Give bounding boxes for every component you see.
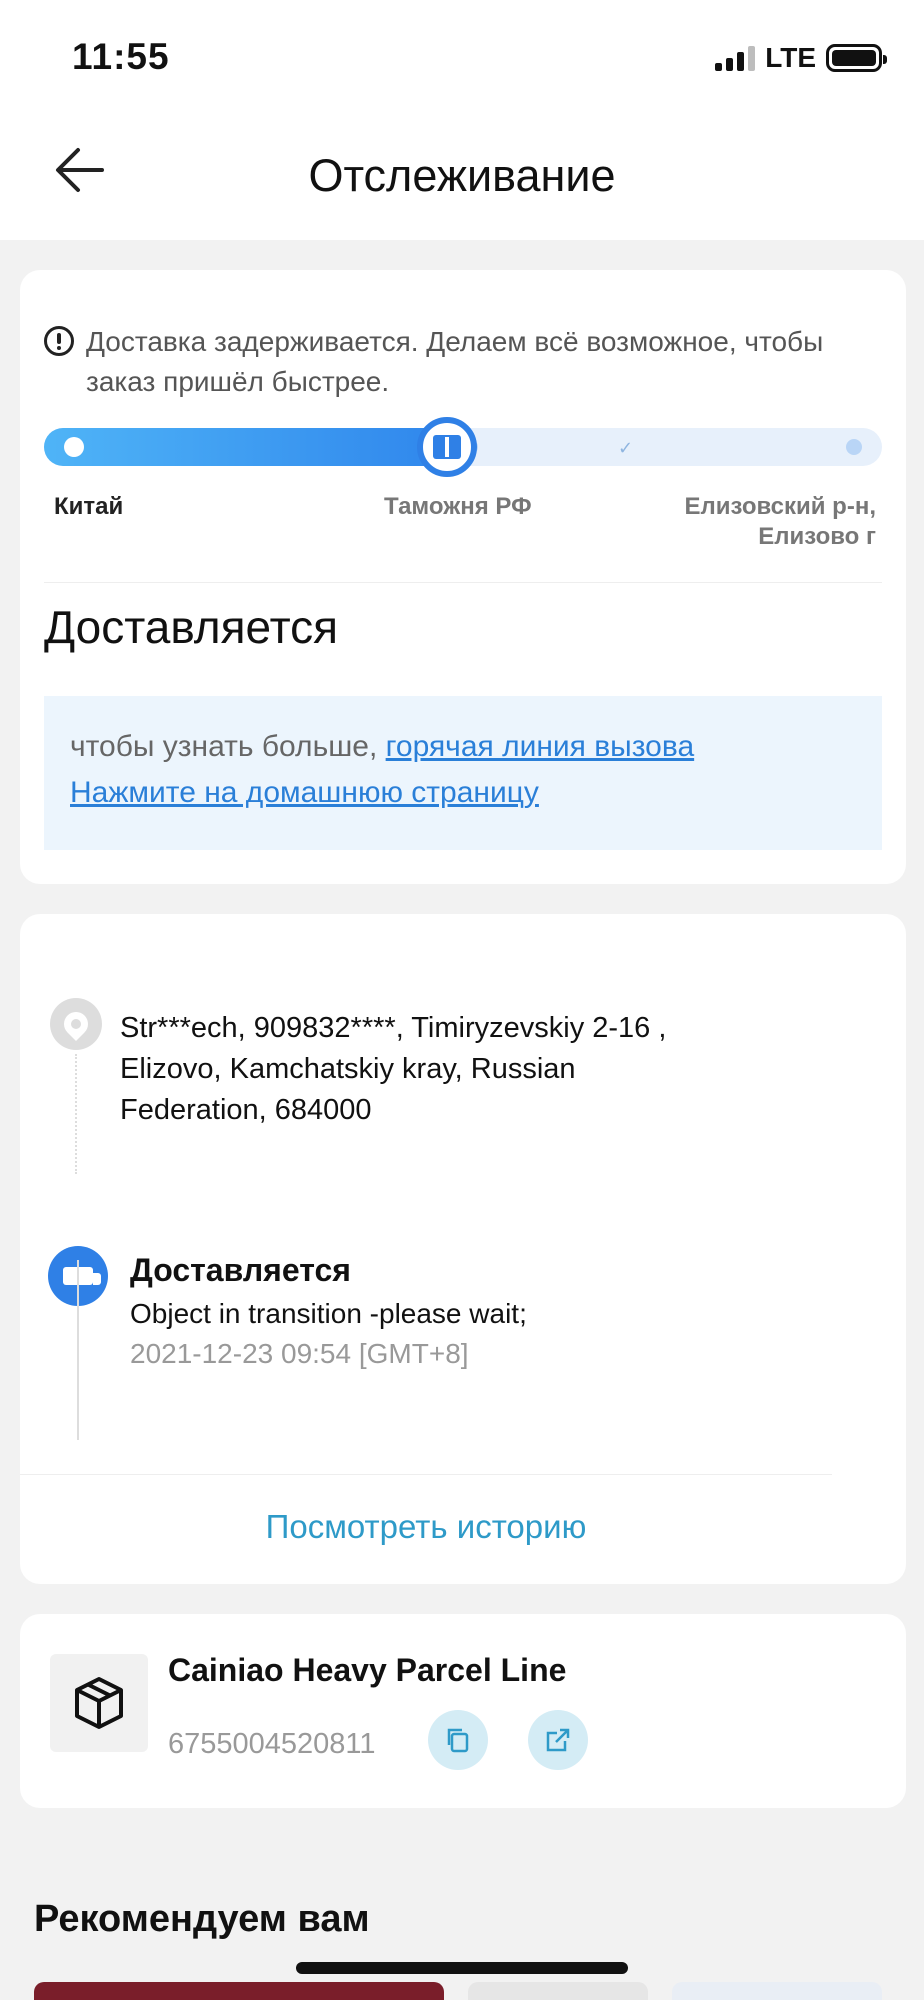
divider [20, 1474, 832, 1475]
progress-fill [44, 428, 455, 466]
progress-track: ✓ [44, 417, 882, 477]
status-time: 11:55 [72, 36, 170, 77]
delivery-progress-card: Доставка задерживается. Делаем всё возмо… [20, 270, 906, 884]
home-indicator[interactable] [296, 1962, 628, 1974]
alert-icon [44, 326, 74, 356]
status-indicators: LTE [715, 42, 887, 74]
package-icon [50, 1654, 148, 1752]
carrier-name: Cainiao Heavy Parcel Line [168, 1652, 567, 1688]
recommendation-thumb[interactable] [34, 1982, 444, 2000]
progress-end-dot [846, 439, 862, 455]
page-title: Отслеживание [308, 150, 616, 201]
progress-start-dot [64, 437, 84, 457]
current-position-icon [417, 417, 477, 477]
event-title: Доставляется [130, 1252, 351, 1288]
divider [44, 582, 882, 583]
info-box: чтобы узнать больше, горячая линия вызов… [44, 696, 882, 850]
view-history-button[interactable]: Посмотреть историю [20, 1508, 832, 1546]
timeline-line [77, 1260, 79, 1440]
event-description: Object in transition -please wait; [130, 1298, 527, 1329]
network-type: LTE [765, 42, 816, 73]
copy-icon[interactable] [428, 1710, 488, 1770]
timeline-line [75, 1054, 77, 1174]
delay-notice-text: Доставка задерживается. Делаем всё возмо… [86, 326, 824, 397]
timeline-card: Str***ech, 909832****, Timiryzevskiy 2-1… [20, 914, 906, 1584]
progress-check-icon: ✓ [618, 438, 634, 458]
carrier-card: Cainiao Heavy Parcel Line 6755004520811 [20, 1614, 906, 1808]
open-link-icon[interactable] [528, 1710, 588, 1770]
stage-customs: Таможня РФ [384, 493, 532, 520]
recommendation-thumb[interactable] [468, 1982, 648, 2000]
location-pin-icon [50, 998, 102, 1050]
delivery-address: Str***ech, 909832****, Timiryzevskiy 2-1… [120, 1012, 667, 1126]
recommendation-thumb[interactable] [672, 1982, 882, 2000]
recommendation-strip[interactable] [34, 1982, 890, 2000]
recommendations-title: Рекомендуем вам [34, 1898, 370, 1940]
event-timestamp: 2021-12-23 09:54 [GMT+8] [130, 1338, 469, 1369]
stage-destination: Елизовский р-н, Елизово г [684, 493, 876, 550]
homepage-link[interactable]: Нажмите на домашнюю страницу [70, 776, 539, 809]
delivery-status: Доставляется [44, 601, 339, 653]
battery-icon [826, 44, 887, 72]
stage-origin: Китай [54, 493, 124, 520]
info-text: чтобы узнать больше, [70, 730, 378, 763]
delay-notice: Доставка задерживается. Делаем всё возмо… [44, 322, 844, 402]
tracking-number: 6755004520811 [168, 1728, 376, 1760]
signal-icon [715, 45, 756, 71]
hotline-link[interactable]: горячая линия вызова [386, 730, 695, 763]
top-bar: 11:55 LTE Отслеживание [0, 0, 924, 240]
